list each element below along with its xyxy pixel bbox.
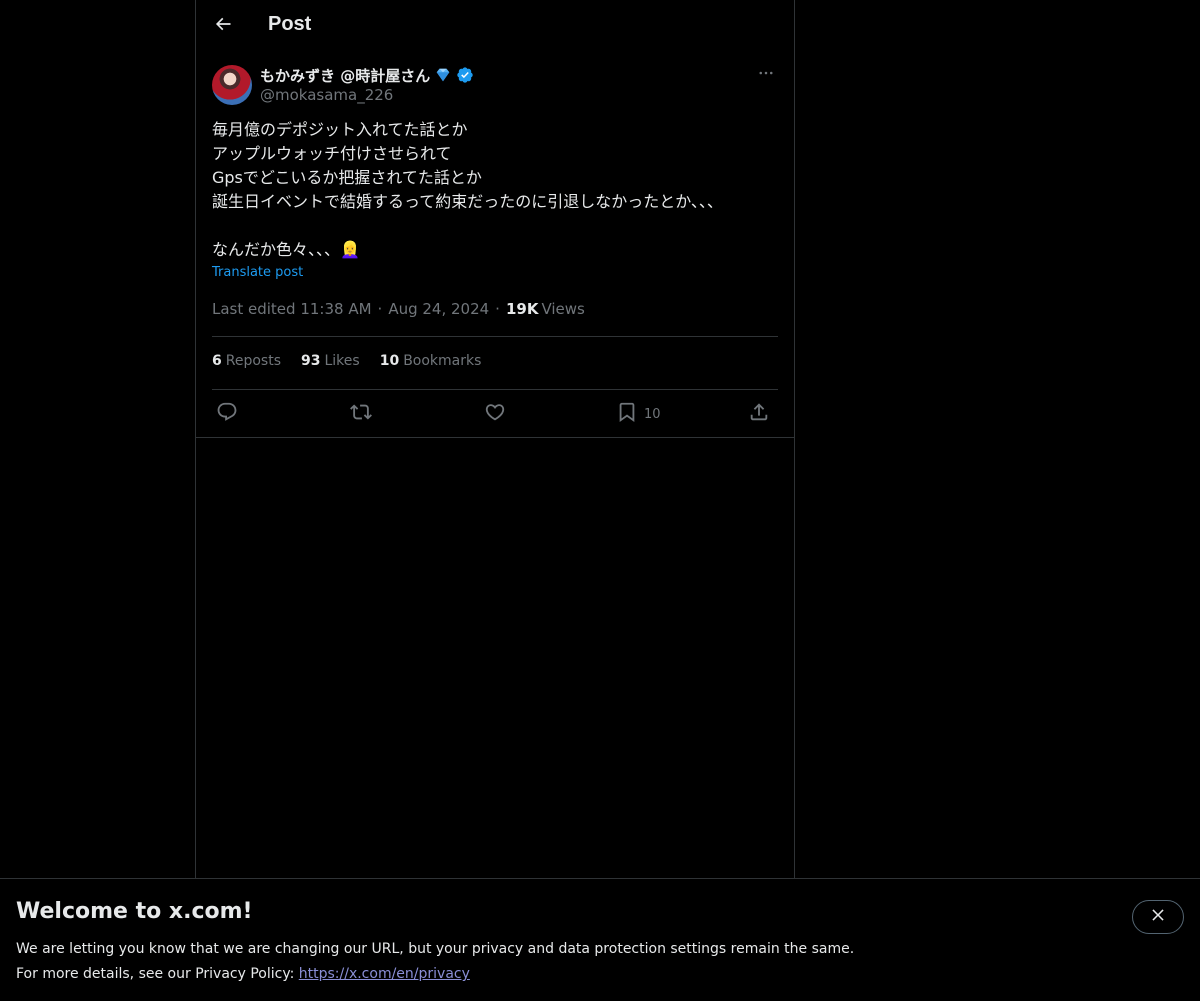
author-handle[interactable]: @mokasama_226	[260, 86, 393, 104]
translate-post-link[interactable]: Translate post	[212, 265, 303, 280]
reply-icon	[216, 401, 238, 427]
page-title: Post	[268, 13, 312, 35]
heart-icon	[484, 401, 506, 427]
more-horizontal-icon	[757, 64, 775, 86]
meta-separator: ·	[495, 300, 500, 318]
edited-timestamp[interactable]: Last edited 11:38 AM	[212, 300, 372, 318]
bookmarks-stat[interactable]: 10 Bookmarks	[380, 353, 482, 369]
close-icon	[1149, 906, 1167, 928]
post-header: Post	[196, 0, 794, 53]
likes-label: Likes	[324, 353, 360, 369]
like-button[interactable]	[484, 400, 506, 428]
banner-line-2: For more details, see our Privacy Policy…	[16, 962, 854, 987]
verified-icon	[456, 66, 474, 84]
banner-line-1: We are letting you know that we are chan…	[16, 941, 855, 957]
more-options-button[interactable]	[754, 63, 778, 87]
divider	[212, 336, 778, 337]
repost-icon	[350, 401, 372, 427]
views-count: 19K	[505, 300, 539, 318]
divider	[196, 437, 794, 438]
post-date[interactable]: Aug 24, 2024	[388, 300, 489, 318]
author-name-line: もかみずき @時計屋さん	[260, 65, 474, 85]
reposts-count: 6	[212, 353, 222, 369]
post-text: 毎月億のデポジット入れてた話とか アップルウォッチ付けさせられて Gpsでどこい…	[212, 120, 723, 259]
reposts-stat[interactable]: 6 Reposts	[212, 353, 281, 369]
banner-line-2-prefix: For more details, see our Privacy Policy…	[16, 966, 299, 982]
back-button[interactable]	[206, 9, 240, 43]
meta-separator: ·	[377, 300, 383, 318]
likes-count: 93	[301, 353, 321, 369]
author-row: もかみずき @時計屋さん @mokasama_226	[212, 65, 778, 107]
author-display-name[interactable]: もかみずき @時計屋さん	[260, 65, 430, 86]
privacy-policy-link[interactable]: https://x.com/en/privacy	[299, 966, 470, 982]
post-meta: Last edited 11:38 AM · Aug 24, 2024 · 19…	[212, 300, 585, 318]
divider	[212, 389, 778, 390]
banner-title: Welcome to x.com!	[16, 899, 253, 924]
bookmark-count: 10	[644, 406, 661, 422]
arrow-left-icon	[213, 14, 233, 38]
likes-stat[interactable]: 93 Likes	[301, 353, 360, 369]
share-button[interactable]	[748, 400, 770, 428]
post-actions: 10	[212, 400, 778, 428]
gem-icon	[434, 66, 452, 84]
welcome-banner: Welcome to x.com! We are letting you kno…	[0, 878, 1200, 1001]
engagement-stats: 6 Reposts 93 Likes 10 Bookmarks	[212, 353, 481, 369]
bookmark-button[interactable]: 10	[616, 400, 661, 428]
close-banner-button[interactable]	[1132, 900, 1184, 934]
bookmarks-label: Bookmarks	[403, 353, 482, 369]
reply-button[interactable]	[216, 400, 238, 428]
reposts-label: Reposts	[225, 353, 281, 369]
bookmark-icon	[616, 401, 638, 427]
avatar[interactable]	[212, 65, 252, 105]
repost-button[interactable]	[350, 400, 372, 428]
share-icon	[748, 401, 770, 427]
bookmarks-count: 10	[379, 353, 400, 369]
main-column: Post もかみずき @時計屋さん @mokasama_226 毎月億のデポジッ…	[195, 0, 795, 878]
banner-text: We are letting you know that we are chan…	[16, 937, 854, 987]
views-label: Views	[541, 300, 585, 318]
